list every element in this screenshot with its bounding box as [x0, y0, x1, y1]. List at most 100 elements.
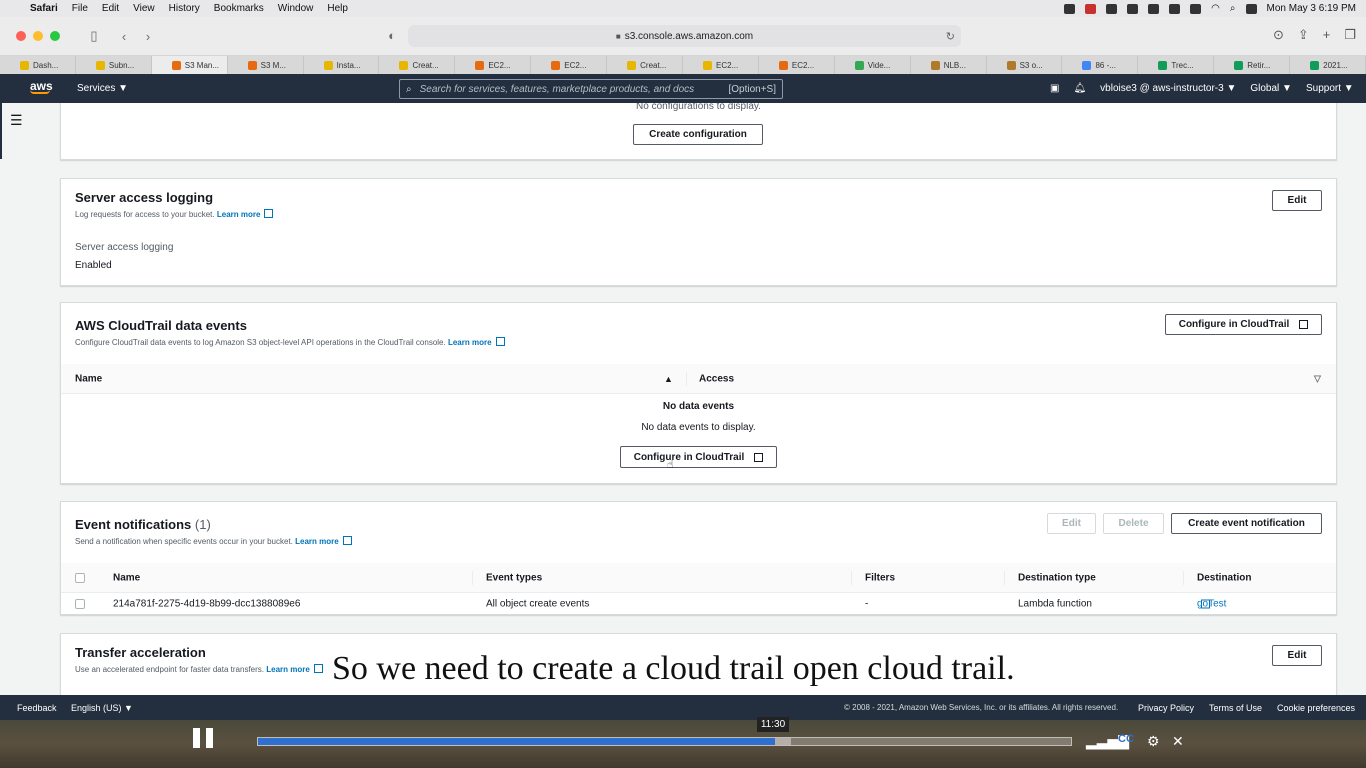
menu-view[interactable]: View	[133, 3, 155, 14]
account-menu[interactable]: vbloise3 @ aws-instructor-3 ▼	[1100, 83, 1236, 94]
col-access-header[interactable]: Access	[699, 373, 734, 384]
menu-history[interactable]: History	[169, 3, 200, 14]
region-menu[interactable]: Global ▼	[1250, 83, 1292, 94]
language-selector[interactable]: English (US) ▼	[71, 703, 133, 713]
downloads-icon[interactable]: ⊙	[1273, 27, 1284, 43]
display-icon[interactable]	[1127, 3, 1139, 14]
browser-tab[interactable]: EC2...	[531, 56, 608, 74]
browser-tab[interactable]: S3 M...	[228, 56, 304, 74]
browser-tab[interactable]: EC2...	[759, 56, 835, 74]
col-event-types-header[interactable]: Event types	[486, 572, 542, 583]
aws-search-box[interactable]: ⌕ Search for services, features, marketp…	[399, 79, 783, 99]
closed-captions-icon[interactable]: CC	[1118, 733, 1134, 745]
pause-icon[interactable]	[193, 728, 215, 750]
col-destination-type-header[interactable]: Destination type	[1018, 572, 1096, 583]
configure-in-cloudtrail-button[interactable]: Configure in CloudTrail	[1165, 314, 1322, 335]
transfer-learn-more-link[interactable]: Learn more	[266, 664, 323, 674]
settings-gear-icon[interactable]: ⚙	[1147, 733, 1160, 750]
cloud-icon[interactable]	[1106, 3, 1118, 14]
browser-tab[interactable]: EC2...	[683, 56, 759, 74]
back-arrow-icon[interactable]: ‹	[112, 29, 136, 44]
video-progress-track[interactable]	[257, 737, 1072, 746]
control-center-icon[interactable]	[1245, 3, 1257, 14]
menu-file[interactable]: File	[72, 3, 88, 14]
support-menu[interactable]: Support ▼	[1306, 83, 1354, 94]
wifi-icon[interactable]: ◠	[1211, 3, 1220, 14]
close-window-button[interactable]	[16, 31, 26, 41]
browser-tab[interactable]: Insta...	[304, 56, 380, 74]
tab-overview-icon[interactable]: ❐	[1344, 27, 1356, 43]
menu-edit[interactable]: Edit	[102, 3, 119, 14]
notifications-bell-icon[interactable]: 🔔︎	[1073, 83, 1086, 94]
create-event-notification-button[interactable]: Create event notification	[1171, 513, 1322, 534]
forward-arrow-icon[interactable]: ›	[136, 29, 160, 44]
browser-tab[interactable]: Dash...	[0, 56, 76, 74]
configure-in-cloudtrail-center-button[interactable]: Configure in CloudTrail	[620, 446, 777, 468]
browser-tab[interactable]: 2021...	[1290, 56, 1366, 74]
tab-favicon-icon	[247, 60, 257, 70]
play-icon[interactable]	[1169, 3, 1181, 14]
events-learn-more-link[interactable]: Learn more	[295, 536, 352, 546]
browser-tab[interactable]: Subn...	[76, 56, 152, 74]
browser-tab[interactable]: S3 Man...	[151, 56, 228, 74]
dropbox-icon[interactable]	[1064, 3, 1076, 14]
reload-icon[interactable]: ↻	[946, 30, 955, 43]
sort-ascending-icon[interactable]: ▲	[664, 374, 673, 384]
col-name-header[interactable]: Name	[75, 373, 102, 384]
select-all-checkbox[interactable]	[75, 572, 85, 583]
menu-window[interactable]: Window	[278, 3, 314, 14]
new-tab-icon[interactable]: +	[1323, 27, 1331, 43]
browser-tab[interactable]: S3 o...	[987, 56, 1063, 74]
tab-label: Creat...	[412, 60, 439, 70]
events-table-header: Name Event types Filters Destination typ…	[61, 563, 1336, 593]
browser-tab[interactable]: Trec...	[1138, 56, 1215, 74]
copyright-text: © 2008 - 2021, Amazon Web Services, Inc.…	[844, 703, 1119, 712]
events-edit-button[interactable]: Edit	[1047, 513, 1096, 534]
transfer-learn-more-label: Learn more	[266, 665, 310, 674]
menubar-clock[interactable]: Mon May 3 6:19 PM	[1267, 3, 1356, 14]
transfer-edit-button[interactable]: Edit	[1272, 645, 1322, 666]
zoom-window-button[interactable]	[50, 31, 60, 41]
menu-app-name[interactable]: Safari	[30, 3, 58, 14]
browser-tab[interactable]: Vide...	[835, 56, 911, 74]
logging-edit-button[interactable]: Edit	[1272, 190, 1322, 211]
minimize-window-button[interactable]	[33, 31, 43, 41]
browser-tab[interactable]: Creat...	[379, 56, 456, 74]
column-divider	[851, 571, 852, 585]
spotlight-search-icon[interactable]: ⌕	[1230, 3, 1236, 14]
cloudshell-icon[interactable]: ▣	[1050, 83, 1059, 94]
browser-tab[interactable]: Creat...	[607, 56, 684, 74]
row-checkbox[interactable]	[75, 599, 85, 609]
events-delete-button[interactable]: Delete	[1103, 513, 1164, 534]
moon-icon[interactable]	[1148, 3, 1160, 14]
hamburger-menu-icon[interactable]: ☰	[10, 112, 23, 129]
terms-of-use-link[interactable]: Terms of Use	[1209, 703, 1262, 713]
browser-tab[interactable]: NLB...	[911, 56, 987, 74]
menu-bookmarks[interactable]: Bookmarks	[214, 3, 264, 14]
sidebar-toggle-icon[interactable]: ▯	[82, 28, 106, 44]
col-destination-header[interactable]: Destination	[1197, 572, 1251, 583]
feedback-link[interactable]: Feedback	[17, 703, 57, 713]
sort-descending-icon[interactable]: ▽	[1314, 373, 1321, 384]
col-name-header[interactable]: Name	[113, 572, 140, 583]
cookie-preferences-link[interactable]: Cookie preferences	[1277, 703, 1355, 713]
app-status-icon[interactable]	[1085, 3, 1097, 14]
col-filters-header[interactable]: Filters	[865, 572, 895, 583]
exit-fullscreen-icon[interactable]: ✕	[1172, 733, 1184, 750]
aws-logo[interactable]: aws	[30, 79, 53, 94]
logging-learn-more-link[interactable]: Learn more	[217, 209, 274, 219]
browser-tab[interactable]: Retir...	[1214, 56, 1291, 74]
battery-icon[interactable]	[1190, 3, 1202, 14]
browser-tab[interactable]: EC2...	[455, 56, 532, 74]
nav-right-items: ▣ 🔔︎ vbloise3 @ aws-instructor-3 ▼ Globa…	[1050, 83, 1354, 94]
create-configuration-button[interactable]: Create configuration	[633, 124, 763, 145]
share-icon[interactable]: ⇪	[1298, 27, 1309, 43]
menu-help[interactable]: Help	[327, 3, 348, 14]
browser-tab[interactable]: 86 -...	[1062, 56, 1139, 74]
services-menu[interactable]: Services ▼	[77, 83, 128, 94]
cloudtrail-learn-more-link[interactable]: Learn more	[448, 337, 505, 347]
privacy-policy-link[interactable]: Privacy Policy	[1138, 703, 1194, 713]
privacy-shield-icon[interactable]: ◐	[380, 28, 404, 43]
no-configurations-text: No configurations to display.	[636, 103, 761, 112]
address-bar[interactable]: ■ s3.console.aws.amazon.com ↻	[408, 25, 961, 47]
